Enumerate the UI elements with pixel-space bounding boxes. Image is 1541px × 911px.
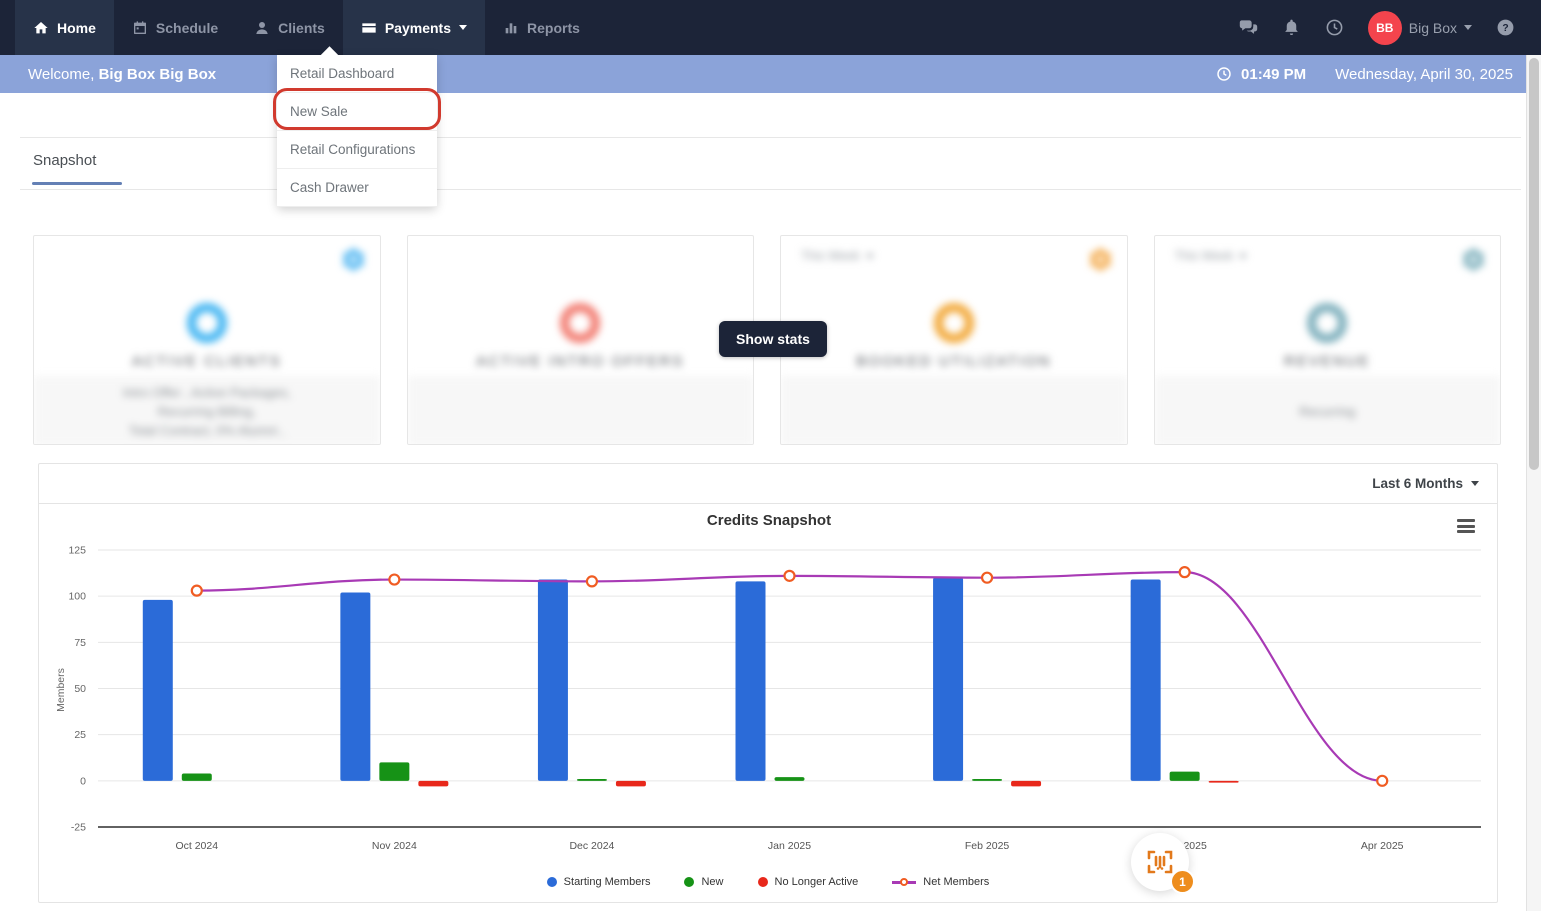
welcome-user-name: Big Box Big Box xyxy=(99,66,217,83)
nav-label: Reports xyxy=(527,20,580,36)
donut-icon xyxy=(1307,303,1347,343)
gear-icon[interactable] xyxy=(1460,246,1487,278)
chevron-down-icon xyxy=(866,254,874,259)
legend-dot xyxy=(684,877,694,887)
welcome-bar: Welcome, Big Box Big Box 01:49 PM Wednes… xyxy=(0,55,1541,93)
nav-item-payments[interactable]: Payments xyxy=(343,0,485,55)
scanner-badge: 1 xyxy=(1170,869,1195,894)
menu-item-retail-dashboard[interactable]: Retail Dashboard xyxy=(277,55,437,93)
credits-snapshot-panel: Last 6 Months Credits Snapshot Members 1… xyxy=(38,463,1498,903)
person-icon xyxy=(254,20,270,36)
legend-new[interactable]: New xyxy=(684,876,723,888)
gear-icon[interactable] xyxy=(1087,246,1114,278)
stat-card-title: ACTIVE CLIENTS xyxy=(132,353,282,370)
svg-text:Apr 2025: Apr 2025 xyxy=(1361,840,1404,852)
donut-icon xyxy=(187,303,227,343)
payments-dropdown-menu: Retail Dashboard New Sale Retail Configu… xyxy=(277,55,437,207)
user-menu[interactable]: BB Big Box xyxy=(1368,11,1472,45)
help-icon[interactable]: ? xyxy=(1496,18,1515,37)
home-icon xyxy=(33,20,49,36)
bar-chart-icon xyxy=(503,20,519,36)
credits-snapshot-chart: Credits Snapshot Members 125 100 75 50 25 0 -2… xyxy=(39,505,1499,867)
svg-text:?: ? xyxy=(1502,23,1508,34)
top-navbar: Home Schedule Clients Payments Reports B… xyxy=(0,0,1541,55)
current-time: 01:49 PM xyxy=(1241,66,1306,83)
chart-title: Credits Snapshot xyxy=(707,512,831,529)
menu-item-retail-configurations[interactable]: Retail Configurations xyxy=(277,131,437,169)
stat-card-revenue[interactable]: This Week REVENUE Recurring xyxy=(1154,235,1502,445)
stat-card-title: ACTIVE INTRO OFFERS xyxy=(476,353,684,370)
stat-card-active-intro-offers[interactable]: ACTIVE INTRO OFFERS xyxy=(407,235,755,445)
nav-item-reports[interactable]: Reports xyxy=(485,0,598,55)
svg-text:Feb 2025: Feb 2025 xyxy=(965,840,1010,852)
svg-text:Oct 2024: Oct 2024 xyxy=(175,840,218,852)
svg-text:Nov 2024: Nov 2024 xyxy=(372,840,417,852)
range-selector-label: Last 6 Months xyxy=(1372,476,1463,491)
stat-card-footer: Intro Offer , Active Packages, Recurring… xyxy=(34,376,380,445)
range-selector[interactable]: Last 6 Months xyxy=(39,464,1497,504)
barcode-scanner-button[interactable]: 1 xyxy=(1131,833,1189,891)
history-clock-icon[interactable] xyxy=(1325,18,1344,37)
gear-icon[interactable] xyxy=(340,246,367,278)
svg-text:75: 75 xyxy=(74,637,86,649)
stat-card-title: REVENUE xyxy=(1284,353,1371,370)
current-date: Wednesday, April 30, 2025 xyxy=(1335,66,1513,83)
stat-card-footer: Recurring xyxy=(1155,376,1501,445)
nav-label: Schedule xyxy=(156,20,218,36)
barcode-icon xyxy=(1144,846,1176,878)
tab-active-underline xyxy=(32,182,122,185)
stat-card-active-clients[interactable]: ACTIVE CLIENTS Intro Offer , Active Pack… xyxy=(33,235,381,445)
svg-text:Jan 2025: Jan 2025 xyxy=(768,840,811,852)
legend-dot xyxy=(547,877,557,887)
svg-text:125: 125 xyxy=(68,545,86,557)
legend-starting-members[interactable]: Starting Members xyxy=(547,876,651,888)
chevron-down-icon xyxy=(1239,254,1247,259)
menu-item-new-sale[interactable]: New Sale xyxy=(277,93,437,131)
calendar-icon xyxy=(132,20,148,36)
nav-label: Clients xyxy=(278,20,325,36)
svg-text:100: 100 xyxy=(68,591,86,603)
user-name: Big Box xyxy=(1409,20,1457,36)
donut-icon xyxy=(934,303,974,343)
messages-icon[interactable] xyxy=(1239,18,1258,37)
welcome-text: Welcome, Big Box Big Box xyxy=(28,66,216,83)
donut-icon xyxy=(560,303,600,343)
stat-card-title: BOOKED UTILIZATION xyxy=(856,353,1051,370)
chevron-down-icon xyxy=(1471,481,1479,486)
nav-label: Home xyxy=(57,20,96,36)
chevron-down-icon xyxy=(459,25,467,30)
clock-icon xyxy=(1216,66,1232,82)
period-selector[interactable]: This Week xyxy=(801,249,874,263)
tabs-row: Snapshot xyxy=(20,137,1521,190)
notifications-bell-icon[interactable] xyxy=(1282,18,1301,37)
stat-card-booked-utilization[interactable]: This Week BOOKED UTILIZATION xyxy=(780,235,1128,445)
credit-card-icon xyxy=(361,20,377,36)
legend-no-longer-active[interactable]: No Longer Active xyxy=(758,876,859,888)
scrollbar-thumb[interactable] xyxy=(1529,58,1539,470)
chart-legend: Starting Members New No Longer Active Ne… xyxy=(39,876,1497,888)
svg-text:50: 50 xyxy=(74,683,86,695)
chevron-down-icon xyxy=(1464,25,1472,30)
nav-item-schedule[interactable]: Schedule xyxy=(114,0,236,55)
svg-text:Dec 2024: Dec 2024 xyxy=(569,840,614,852)
show-stats-button[interactable]: Show stats xyxy=(719,321,827,357)
menu-item-cash-drawer[interactable]: Cash Drawer xyxy=(277,169,437,207)
y-axis-title: Members xyxy=(55,668,67,712)
svg-text:25: 25 xyxy=(74,729,86,741)
avatar: BB xyxy=(1368,11,1402,45)
stat-card-footer xyxy=(781,376,1127,445)
stat-card-footer xyxy=(408,376,754,445)
period-selector[interactable]: This Week xyxy=(1175,249,1248,263)
legend-dot xyxy=(758,877,768,887)
scrollbar-track[interactable] xyxy=(1526,55,1541,911)
nav-label: Payments xyxy=(385,20,451,36)
svg-text:-25: -25 xyxy=(71,822,86,834)
nav-item-home[interactable]: Home xyxy=(15,0,114,55)
tab-snapshot[interactable]: Snapshot xyxy=(33,152,96,169)
legend-line-marker xyxy=(892,876,916,888)
legend-net-members[interactable]: Net Members xyxy=(892,876,989,888)
nav-item-clients[interactable]: Clients xyxy=(236,0,343,55)
svg-text:0: 0 xyxy=(80,775,86,787)
